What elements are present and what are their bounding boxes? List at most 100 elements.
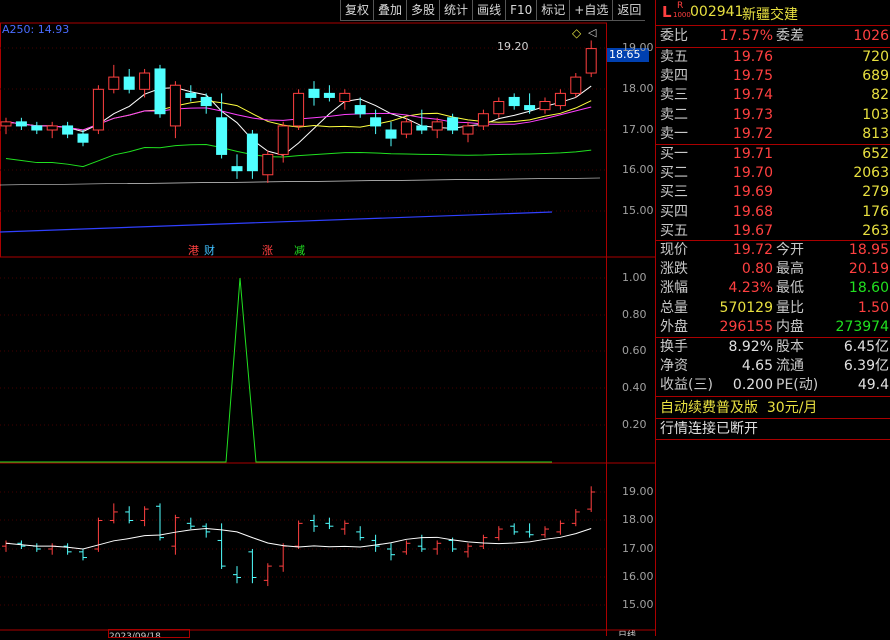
- toolbar: 复权 叠加 多股 统计 画线 F10 标记 +自选 返回: [340, 0, 646, 21]
- axis-label: 0.60: [622, 344, 647, 357]
- promo-banner[interactable]: 自动续费普及版 30元/月: [656, 399, 890, 418]
- promo-text[interactable]: 自动续费普及版 30元/月: [660, 399, 817, 418]
- book-price: 19.73: [732, 106, 773, 123]
- quote-value: 273974: [835, 318, 889, 335]
- toolbar-button-8[interactable]: 返回: [612, 0, 646, 21]
- connection-status: 行情连接已断开: [660, 421, 758, 437]
- candle[interactable]: [447, 117, 459, 131]
- diamond-icon[interactable]: ◇: [572, 26, 581, 40]
- fund-value: 4.65: [741, 358, 773, 375]
- book-row: 买一 19.71 652: [656, 145, 890, 164]
- book-row: 卖五 19.76 720: [656, 48, 890, 67]
- candle[interactable]: [354, 105, 366, 115]
- toolbar-button-6[interactable]: 标记: [536, 0, 570, 21]
- toolbar-button-4[interactable]: 画线: [472, 0, 506, 21]
- axis-label: 0.40: [622, 381, 647, 394]
- fund-label: 换手: [660, 339, 688, 355]
- candle[interactable]: [216, 117, 228, 155]
- event-tag[interactable]: 港: [188, 242, 199, 258]
- book-price: 19.67: [732, 222, 773, 239]
- candle[interactable]: [92, 88, 104, 131]
- candle[interactable]: [15, 121, 27, 127]
- axis-label: 18.00: [622, 513, 654, 526]
- fund-row: 净资 4.65 流通 6.39亿: [656, 357, 890, 376]
- event-tag[interactable]: 减: [294, 242, 305, 258]
- book-row: 买三 19.69 279: [656, 183, 890, 202]
- high-marker-label: 19.20: [497, 40, 529, 53]
- kline-chart[interactable]: [0, 0, 655, 636]
- candle[interactable]: [246, 133, 258, 172]
- toolbar-button-1[interactable]: 叠加: [373, 0, 407, 21]
- main-panel-border: [0, 22, 607, 258]
- fund-label: 流通: [776, 358, 804, 375]
- quote-label: 量比: [776, 299, 804, 316]
- collapse-icon[interactable]: ◁: [588, 26, 596, 39]
- book-price: 19.75: [732, 68, 773, 85]
- book-label: 买一: [660, 146, 688, 162]
- book-row: 卖四 19.75 689: [656, 67, 890, 86]
- candle[interactable]: [31, 125, 43, 131]
- candle[interactable]: [277, 125, 289, 155]
- toolbar-button-0[interactable]: 复权: [340, 0, 374, 21]
- candle[interactable]: [570, 76, 582, 94]
- lower-bar-chart[interactable]: [2, 486, 596, 587]
- book-label: 卖一: [660, 125, 688, 142]
- candle[interactable]: [231, 166, 243, 172]
- candle[interactable]: [477, 113, 489, 127]
- candle[interactable]: [77, 133, 89, 143]
- candle[interactable]: [462, 125, 474, 135]
- fund-value: 6.39亿: [843, 358, 889, 375]
- quote-label: 内盘: [776, 318, 804, 335]
- candle[interactable]: [185, 92, 197, 98]
- candlesticks[interactable]: [0, 40, 597, 183]
- candle[interactable]: [539, 101, 551, 111]
- candle[interactable]: [400, 121, 412, 135]
- book-row: 买四 19.68 176: [656, 203, 890, 222]
- candle[interactable]: [416, 125, 428, 131]
- toolbar-button-2[interactable]: 多股: [406, 0, 440, 21]
- candle[interactable]: [431, 121, 443, 131]
- candle[interactable]: [123, 76, 135, 90]
- candle[interactable]: [169, 84, 181, 127]
- ratio-value: 17.57%: [719, 28, 773, 44]
- candle[interactable]: [508, 96, 520, 107]
- candle[interactable]: [339, 92, 351, 103]
- toolbar-button-3[interactable]: 统计: [439, 0, 473, 21]
- candle[interactable]: [308, 88, 320, 98]
- event-tag[interactable]: 涨: [262, 242, 273, 258]
- ma250-label: A250: 14.93: [2, 23, 70, 36]
- sep: [656, 418, 890, 419]
- candle[interactable]: [323, 92, 335, 98]
- quote-label: 总量: [660, 299, 688, 316]
- event-tag[interactable]: 财: [204, 242, 215, 258]
- candle[interactable]: [62, 125, 74, 135]
- axis-label: 19.00: [622, 41, 654, 54]
- candle[interactable]: [385, 129, 397, 139]
- period-label[interactable]: 日线: [618, 629, 648, 636]
- book-volume: 263: [862, 222, 889, 239]
- quote-label: 现价: [660, 242, 688, 258]
- candle[interactable]: [0, 121, 12, 127]
- candle[interactable]: [554, 92, 566, 107]
- candle[interactable]: [108, 76, 120, 90]
- book-row: 卖一 19.72 813: [656, 125, 890, 144]
- fund-label: 股本: [776, 339, 804, 355]
- candle[interactable]: [46, 125, 58, 131]
- candle[interactable]: [154, 68, 166, 115]
- candle[interactable]: [262, 153, 274, 176]
- candle[interactable]: [585, 48, 597, 74]
- toolbar-button-5[interactable]: F10: [505, 0, 537, 21]
- candle[interactable]: [524, 105, 536, 111]
- stock-header: L R 1000 002941 新疆交建: [656, 0, 890, 26]
- order-ratio-row: 委比 17.57% 委差 1026: [656, 27, 890, 46]
- candle[interactable]: [493, 101, 505, 115]
- candle[interactable]: [370, 117, 382, 127]
- toolbar-button-7[interactable]: +自选: [569, 0, 613, 21]
- candle[interactable]: [200, 96, 212, 107]
- quote-row: 外盘 296155 内盘 273974: [656, 318, 890, 337]
- candle[interactable]: [139, 72, 151, 90]
- indicator-line: [0, 277, 552, 463]
- candle[interactable]: [293, 92, 305, 127]
- quote-value: 20.19: [848, 261, 889, 278]
- kline-chart-area[interactable]: A250: 14.93 19.20 ◇ ◁ 18.65 港财涨减 19.00 18…: [0, 0, 655, 638]
